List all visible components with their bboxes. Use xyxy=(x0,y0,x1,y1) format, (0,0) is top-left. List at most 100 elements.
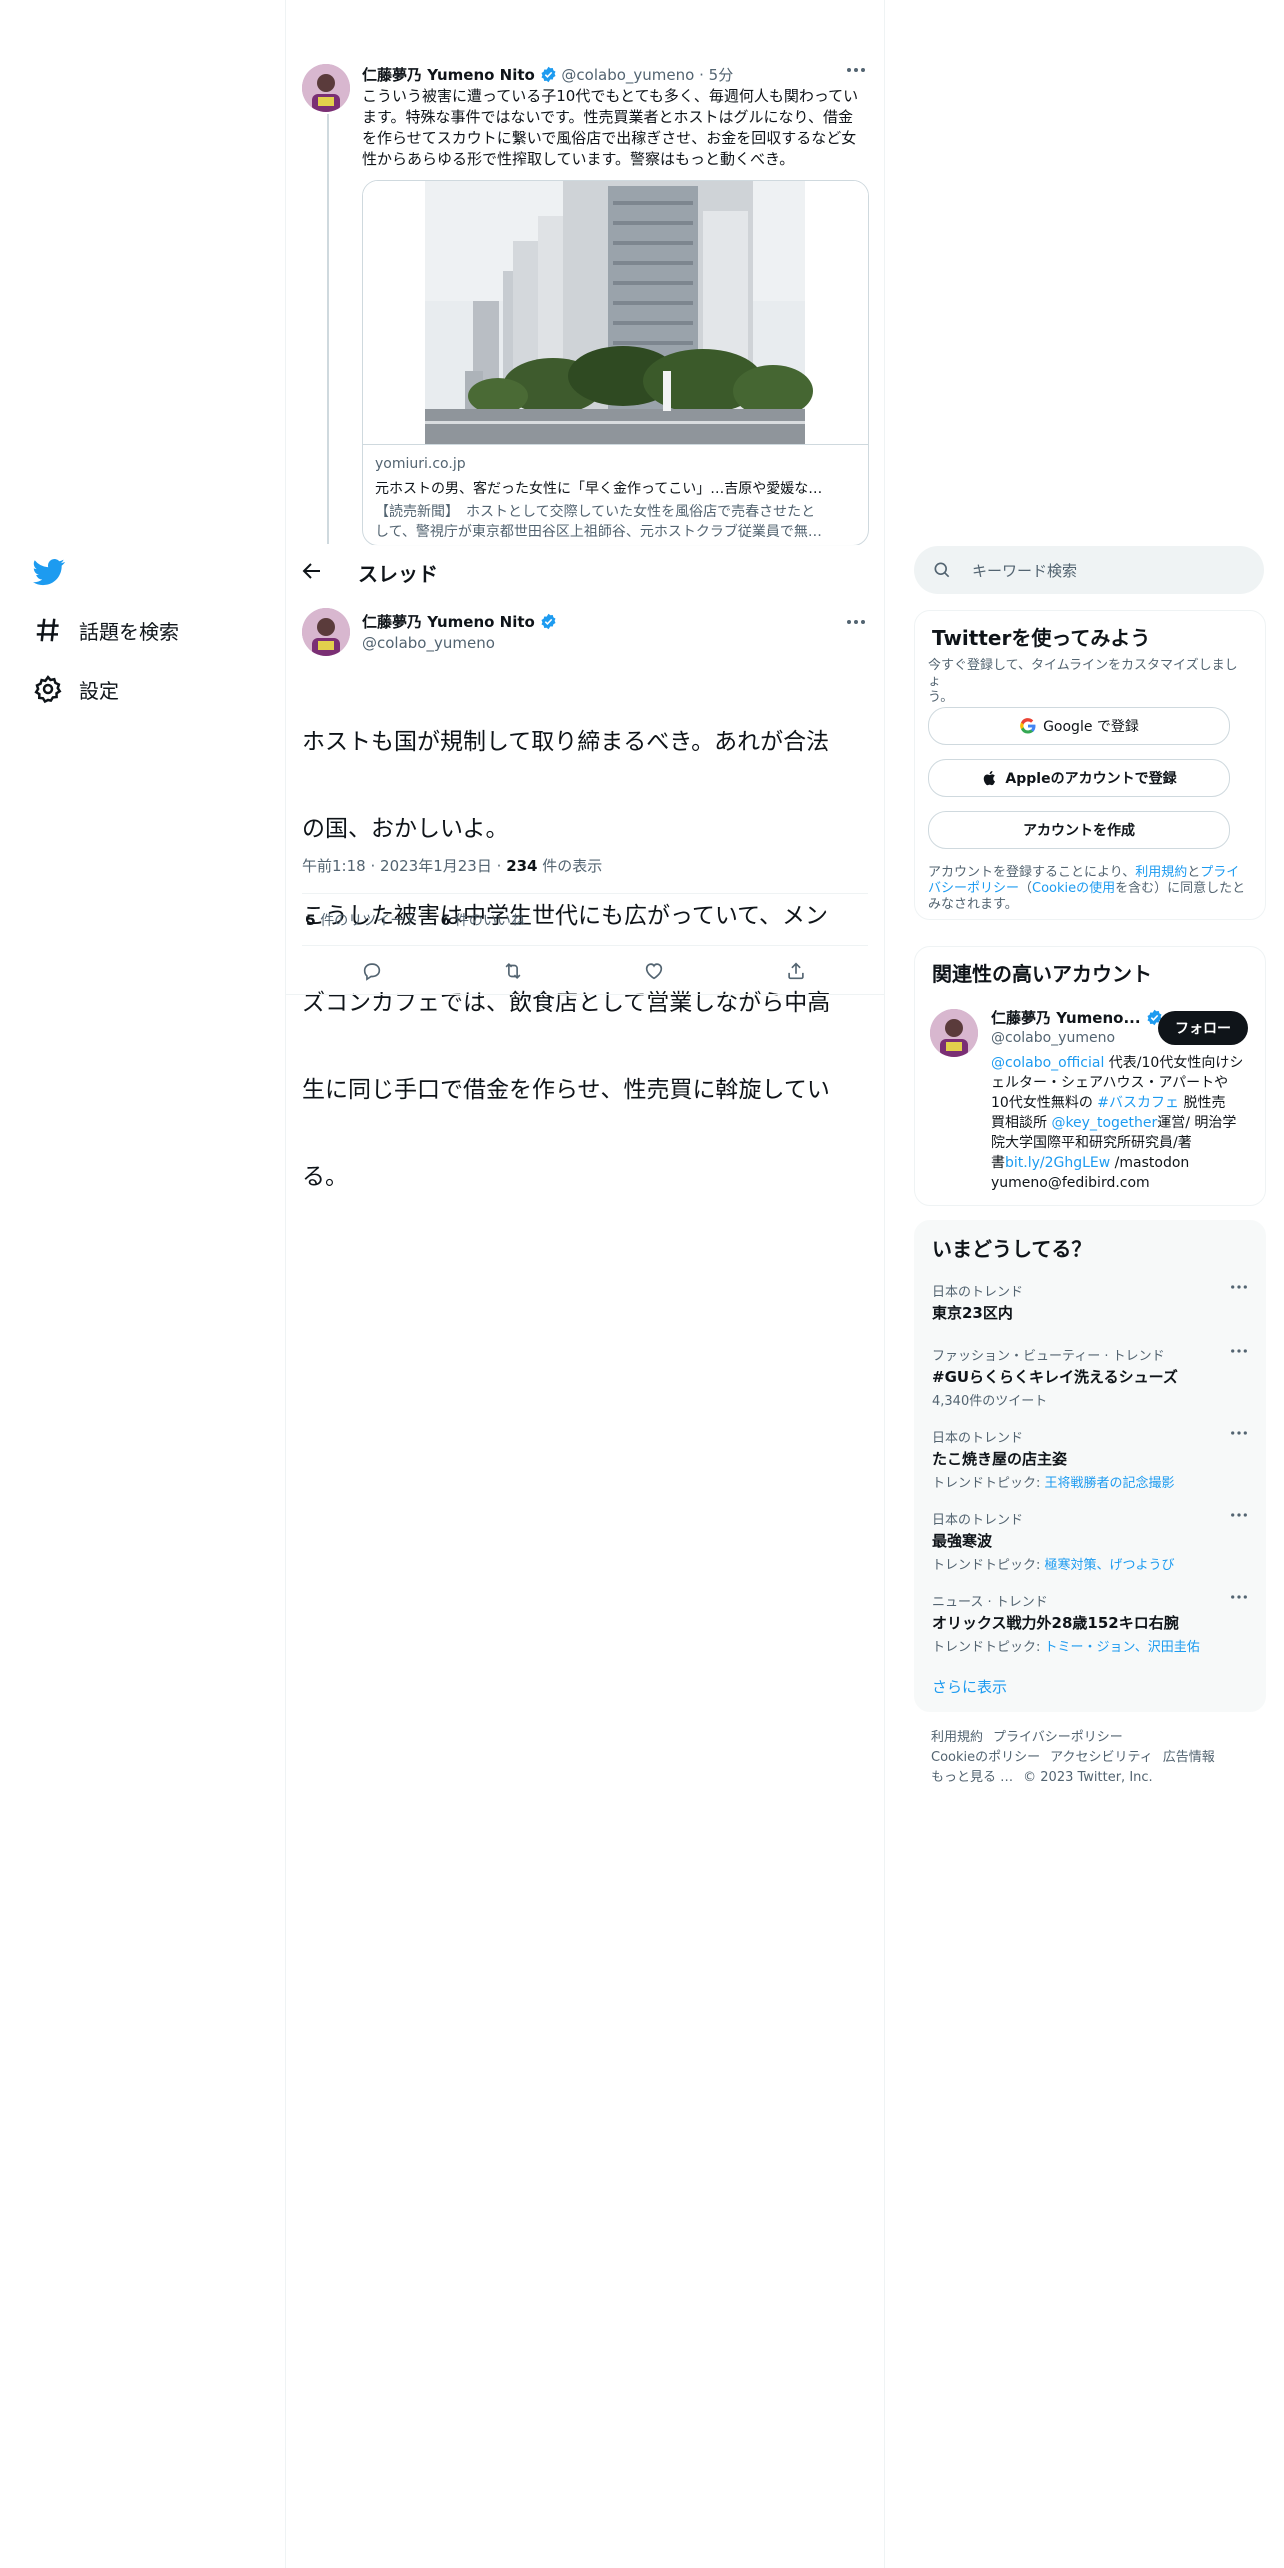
more-options-icon[interactable] xyxy=(1230,1593,1252,1607)
more-options-icon[interactable] xyxy=(1230,1511,1252,1525)
related-title: 関連性の高いアカウント xyxy=(932,962,1152,986)
terms-text: と xyxy=(1187,865,1201,880)
bio-line: 10代女性無料の #バスカフェ 脱性売 xyxy=(991,1093,1256,1113)
tweet-time[interactable]: 5分 xyxy=(709,66,734,84)
more-options-icon[interactable] xyxy=(1230,1347,1252,1361)
more-options-icon[interactable] xyxy=(1230,1429,1252,1443)
trend-category: 日本のトレンド xyxy=(932,1431,1024,1446)
bio-text: yumeno@fedibird.com xyxy=(991,1175,1150,1191)
bio-text: 代表/10代女性向けシ xyxy=(1104,1055,1244,1071)
likes-count: 6 xyxy=(440,913,451,929)
trends-panel: いまどうしてる？ 日本のトレンド 東京23区内 ファッション・ビューティー · … xyxy=(914,1220,1266,1712)
bio-text: 10代女性無料の xyxy=(991,1095,1098,1111)
nav-settings[interactable]: 設定 xyxy=(33,667,119,711)
trend-topic-link[interactable]: 王将戦勝者の記念撮影 xyxy=(1045,1476,1175,1491)
apple-signup-button[interactable]: Appleのアカウントで登録 xyxy=(928,759,1230,797)
search-input[interactable]: キーワード検索 xyxy=(914,546,1264,594)
privacy-link[interactable]: プライ xyxy=(1200,865,1239,880)
left-column-divider xyxy=(285,0,286,2568)
bio-text: 脱性売 xyxy=(1179,1095,1226,1111)
share-icon[interactable] xyxy=(785,960,807,982)
bio-hashtag[interactable]: #バスカフェ xyxy=(1097,1095,1179,1111)
bio-line: 買相談所 @key_together運営/ 明治学 xyxy=(991,1113,1256,1133)
trend-category: 日本のトレンド xyxy=(932,1513,1024,1528)
author-name[interactable]: 仁藤夢乃 Yumeno Nito xyxy=(362,613,535,631)
views-label: 件の表示 xyxy=(537,857,603,875)
tweet-stats: 5 件のリツイート 6 件のいいね xyxy=(306,910,525,930)
signup-subtitle: 今すぐ登録して、タイムラインをカスタマイズしましょ う。 xyxy=(928,658,1248,706)
trend-item[interactable]: 日本のトレンド 東京23区内 xyxy=(932,1281,1252,1323)
avatar[interactable] xyxy=(930,1009,978,1057)
related-account-handle[interactable]: @colabo_yumeno xyxy=(991,1030,1163,1046)
footer-links: 利用規約 プライバシーポリシー Cookieのポリシー アクセシビリティ 広告情報 も… xyxy=(931,1728,1261,1788)
author-handle[interactable]: @colabo_yumeno xyxy=(362,634,557,652)
footer-accessibility-link[interactable]: アクセシビリティ xyxy=(1050,1750,1153,1765)
reply-icon[interactable] xyxy=(361,960,383,982)
back-arrow-icon[interactable] xyxy=(300,559,324,583)
bio-text: 院大学国際平和研究所研究員/著 xyxy=(991,1135,1192,1151)
trend-topic-link[interactable]: 極寒対策、げつようび xyxy=(1045,1558,1175,1573)
footer-more-link[interactable]: もっと見る … xyxy=(931,1770,1013,1785)
bio-text: /mastodon xyxy=(1110,1155,1190,1171)
page-title: スレッド xyxy=(358,562,438,586)
tweet-time[interactable]: 午前1:18 xyxy=(302,857,366,875)
trend-tweet-count: 4,340件のツイート xyxy=(932,1394,1048,1409)
related-account-name[interactable]: 仁藤夢乃 Yumeno... xyxy=(991,1009,1141,1027)
trend-name: オリックス戦力外28歳152キロ右腕 xyxy=(932,1614,1179,1632)
twitter-logo-icon[interactable] xyxy=(33,556,65,588)
bio-mention[interactable]: @key_together xyxy=(1051,1115,1157,1131)
author-handle[interactable]: @colabo_yumeno xyxy=(561,66,694,84)
trend-topic: トレンドトピック: 王将戦勝者の記念撮影 xyxy=(932,1472,1252,1491)
footer-privacy-link[interactable]: プライバシーポリシー xyxy=(993,1730,1123,1745)
divider xyxy=(302,945,868,946)
trend-item[interactable]: ニュース · トレンド オリックス戦力外28歳152キロ右腕 トレンドトピック:… xyxy=(932,1591,1252,1655)
apple-icon xyxy=(981,769,1005,787)
avatar[interactable] xyxy=(302,608,350,656)
footer-row: 利用規約 プライバシーポリシー xyxy=(931,1728,1261,1748)
cookie-link[interactable]: Cookieの使用 xyxy=(1032,881,1115,896)
show-more-link[interactable]: さらに表示 xyxy=(932,1676,1007,1697)
apple-signup-label: Appleのアカウントで登録 xyxy=(1005,771,1177,787)
card-divider xyxy=(363,444,868,445)
terms-link[interactable]: 利用規約 xyxy=(1135,865,1187,880)
like-icon[interactable] xyxy=(643,960,665,982)
retweets-stat[interactable]: 5 件のリツイート xyxy=(306,913,418,929)
trend-topic-link[interactable]: トミー・ジョン、沢田圭佑 xyxy=(1045,1640,1200,1655)
footer-terms-link[interactable]: 利用規約 xyxy=(931,1730,983,1745)
related-accounts-panel: 関連性の高いアカウント 仁藤夢乃 Yumeno... @colabo_yumen… xyxy=(914,946,1266,1206)
search-placeholder: キーワード検索 xyxy=(972,562,1078,580)
likes-stat[interactable]: 6 件のいいね xyxy=(441,913,525,929)
avatar[interactable] xyxy=(302,64,350,112)
trend-item[interactable]: 日本のトレンド 最強寒波 トレンドトピック: 極寒対策、げつようび xyxy=(932,1509,1252,1573)
trend-name: たこ焼き屋の店主姿 xyxy=(932,1450,1068,1468)
footer-cookie-link[interactable]: Cookieのポリシー xyxy=(931,1750,1040,1765)
hashtag-icon xyxy=(33,615,63,645)
tweet-text-line: る。 xyxy=(302,1164,348,1190)
more-options-icon[interactable] xyxy=(846,66,866,74)
link-card[interactable]: yomiuri.co.jp 元ホストの男、客だった女性に「早く金作ってこい」…吉… xyxy=(362,180,869,546)
tweet-date[interactable]: 2023年1月23日 xyxy=(380,857,492,875)
author-name[interactable]: 仁藤夢乃 Yumeno Nito xyxy=(362,66,535,84)
trend-item[interactable]: ファッション・ビューティー · トレンド #GUらくらくキレイ洗えるシューズ 4… xyxy=(932,1345,1252,1409)
nav-explore[interactable]: 話題を検索 xyxy=(33,608,179,652)
more-options-icon[interactable] xyxy=(846,618,866,626)
trend-category: ニュース · トレンド xyxy=(932,1595,1048,1610)
thread-connector-line xyxy=(327,114,329,544)
link-card-description: 【読売新聞】 ホストとして交際していた女性を風俗店で売春させたと して、警視庁が… xyxy=(375,502,856,542)
footer-ads-link[interactable]: 広告情報 xyxy=(1163,1750,1215,1765)
google-signup-button[interactable]: Google で登録 xyxy=(928,707,1230,745)
create-account-button[interactable]: アカウントを作成 xyxy=(928,811,1230,849)
bio-url[interactable]: bit.ly/2GhgLEw xyxy=(1005,1155,1110,1171)
trend-item[interactable]: 日本のトレンド たこ焼き屋の店主姿 トレンドトピック: 王将戦勝者の記念撮影 xyxy=(932,1427,1252,1491)
privacy-link[interactable]: バシーポリシー xyxy=(928,881,1019,896)
bio-mention[interactable]: @colabo_official xyxy=(991,1055,1104,1071)
right-column-divider xyxy=(884,0,885,2568)
divider xyxy=(286,994,884,995)
retweet-icon[interactable] xyxy=(502,960,524,982)
meta-separator: · xyxy=(496,857,502,875)
tweet-text-line: こういう被害に遭っている子10代でもとても多く、毎週何人も関わってい xyxy=(362,87,859,105)
more-options-icon[interactable] xyxy=(1230,1283,1252,1297)
create-account-label: アカウントを作成 xyxy=(1023,823,1135,839)
terms-text: アカウントを登録することにより、 xyxy=(928,865,1136,880)
follow-button[interactable]: フォロー xyxy=(1158,1011,1248,1045)
